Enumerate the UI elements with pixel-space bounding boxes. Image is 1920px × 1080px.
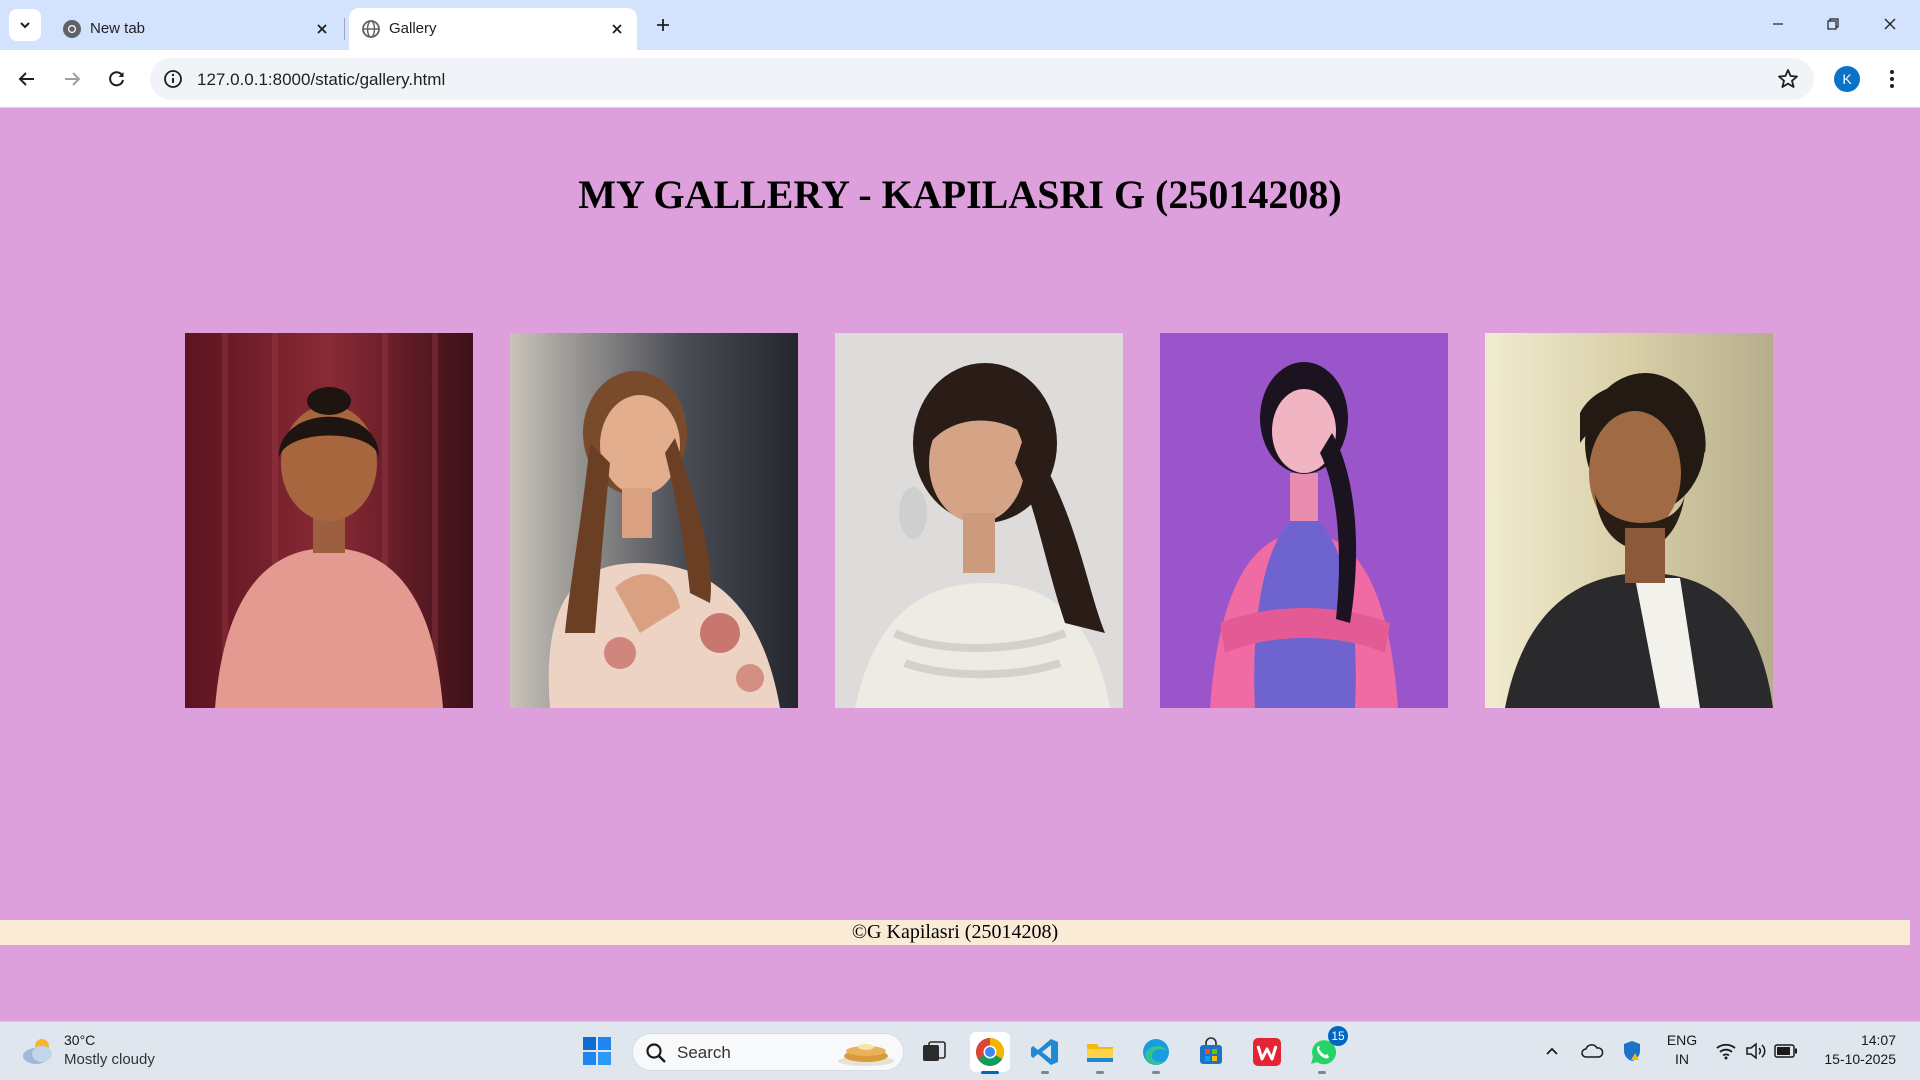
globe-icon <box>362 20 380 38</box>
taskbar-chrome[interactable] <box>970 1032 1010 1074</box>
weather-desc[interactable]: Mostly cloudy <box>64 1051 155 1068</box>
language-code: ENG <box>1666 1032 1698 1048</box>
taskbar-edge[interactable] <box>1136 1032 1176 1074</box>
arrow-right-icon <box>65 72 81 86</box>
pancake-icon <box>838 1044 894 1066</box>
gallery-image-2 <box>510 333 798 708</box>
forward-button[interactable] <box>55 62 89 96</box>
notification-badge: 15 <box>1328 1026 1348 1046</box>
cloud-sun-icon[interactable] <box>20 1036 56 1066</box>
plus-icon <box>657 19 669 31</box>
chrome-icon <box>976 1038 1004 1066</box>
back-button[interactable] <box>10 62 44 96</box>
gallery-image-3 <box>835 333 1123 708</box>
search-label: Search <box>677 1043 731 1062</box>
region-code: IN <box>1675 1051 1689 1067</box>
security-shield-icon[interactable] <box>1620 1039 1644 1063</box>
battery-icon[interactable] <box>1774 1039 1798 1063</box>
chrome-icon <box>63 20 81 38</box>
page-footer: ©G Kapilasri (25014208) <box>0 920 1910 945</box>
reload-icon <box>109 71 124 87</box>
url-text[interactable]: 127.0.0.1:8000/static/gallery.html <box>197 70 445 90</box>
vscode-icon <box>1031 1039 1058 1065</box>
taskbar-search[interactable]: Search <box>632 1033 904 1071</box>
running-indicator <box>1318 1071 1326 1074</box>
taskbar-whatsapp[interactable]: 15 <box>1302 1026 1348 1074</box>
language-indicator[interactable]: ENG IN <box>1662 1031 1702 1069</box>
gallery-image-1 <box>185 333 473 708</box>
windows-start-icon[interactable] <box>582 1036 612 1066</box>
volume-icon[interactable] <box>1744 1039 1768 1063</box>
tab-search-button[interactable] <box>9 9 41 41</box>
gallery-grid <box>185 333 1775 708</box>
restore-button[interactable] <box>1811 6 1855 42</box>
more-vertical-icon <box>1890 70 1894 88</box>
minimize-icon <box>1773 23 1783 25</box>
chevron-up-icon[interactable] <box>1540 1039 1564 1063</box>
taskbar-store[interactable] <box>1191 1032 1231 1072</box>
wifi-icon[interactable] <box>1714 1039 1738 1063</box>
star-icon[interactable] <box>1776 67 1800 91</box>
tab-new-tab[interactable]: New tab <box>50 8 342 50</box>
running-indicator <box>981 1071 999 1074</box>
folder-icon <box>1087 1044 1113 1062</box>
tab-gallery[interactable]: Gallery <box>349 8 637 50</box>
tab-strip: New tab Gallery <box>0 0 1920 50</box>
reload-button[interactable] <box>100 62 134 96</box>
taskbar-file-explorer[interactable] <box>1080 1032 1120 1074</box>
taskbar-wps[interactable] <box>1247 1032 1287 1072</box>
taskbar-vscode[interactable] <box>1025 1032 1065 1074</box>
close-icon[interactable] <box>605 17 629 41</box>
task-view-icon <box>923 1041 946 1061</box>
edge-icon <box>1143 1039 1169 1065</box>
search-icon <box>646 1043 666 1063</box>
menu-button[interactable] <box>1880 64 1904 94</box>
taskbar: 30°C Mostly cloudy Search 15 ENG IN 14:0… <box>0 1021 1920 1080</box>
page-title: MY GALLERY - KAPILASRI G (25014208) <box>578 172 1342 217</box>
onedrive-cloud-icon[interactable] <box>1580 1039 1604 1063</box>
tab-title: Gallery <box>389 20 437 37</box>
chevron-down-icon <box>20 22 30 29</box>
page-content: MY GALLERY - KAPILASRI G (25014208) ©G K… <box>0 109 1920 1021</box>
gallery-image-4 <box>1160 333 1448 708</box>
info-icon[interactable] <box>162 68 184 90</box>
clock-date: 15-10-2025 <box>1824 1051 1896 1067</box>
running-indicator <box>1041 1071 1049 1074</box>
running-indicator <box>1096 1071 1104 1074</box>
system-clock[interactable]: 14:07 15-10-2025 <box>1808 1031 1896 1069</box>
tab-title: New tab <box>90 20 146 37</box>
weather-temp[interactable]: 30°C <box>64 1032 95 1048</box>
profile-avatar[interactable]: K <box>1834 66 1860 92</box>
arrow-left-icon <box>18 72 34 86</box>
store-icon <box>1200 1037 1222 1064</box>
wps-icon <box>1253 1038 1281 1066</box>
address-bar[interactable]: 127.0.0.1:8000/static/gallery.html <box>150 58 1814 100</box>
close-icon[interactable] <box>310 17 334 41</box>
close-window-button[interactable] <box>1868 6 1912 42</box>
clock-time: 14:07 <box>1860 1032 1896 1048</box>
close-icon <box>1884 18 1896 30</box>
minimize-button[interactable] <box>1756 6 1800 42</box>
running-indicator <box>1152 1071 1160 1074</box>
gallery-image-5 <box>1485 333 1773 708</box>
tab-separator <box>344 18 345 40</box>
browser-toolbar: 127.0.0.1:8000/static/gallery.html K <box>0 50 1920 108</box>
task-view-button[interactable] <box>914 1032 954 1072</box>
new-tab-button[interactable] <box>648 10 678 40</box>
restore-icon <box>1827 18 1839 30</box>
